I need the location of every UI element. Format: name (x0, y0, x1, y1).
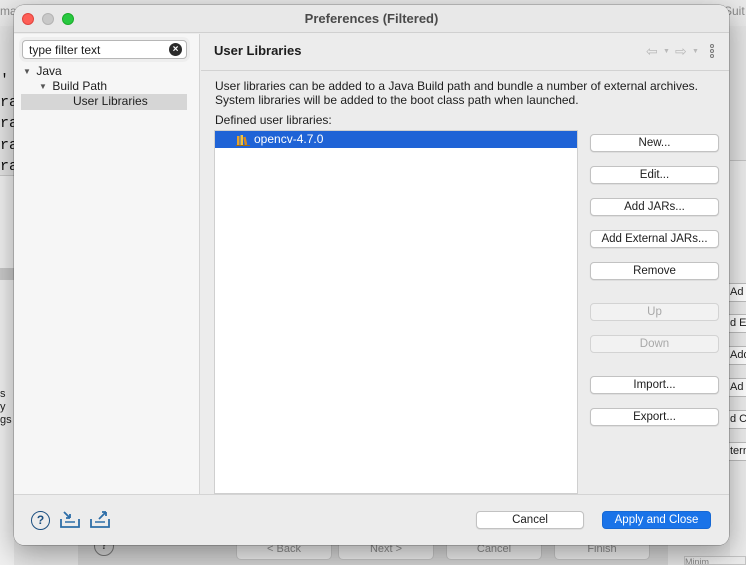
filter-field[interactable]: × (22, 40, 187, 59)
import-preferences-icon[interactable] (59, 510, 81, 530)
filter-input[interactable] (29, 42, 169, 57)
background-left-panel (0, 175, 14, 565)
export-button[interactable]: Export... (590, 408, 719, 426)
dialog-footer: ? Cancel Apply and Close (14, 494, 729, 545)
preference-tree-panel: × ▼ Java ▼ Build Path User Libraries (14, 34, 200, 494)
tree-item-build-path[interactable]: ▼ Build Path (39, 79, 107, 94)
tree-item-java[interactable]: ▼ Java (23, 64, 62, 79)
background-corner-label: Minim (684, 556, 746, 565)
defined-libraries-label: Defined user libraries: (215, 113, 332, 127)
apply-and-close-button[interactable]: Apply and Close (602, 511, 711, 529)
chevron-down-icon[interactable]: ▼ (23, 64, 33, 79)
view-menu-icon[interactable] (710, 44, 714, 60)
add-jars-button[interactable]: Add JARs... (590, 198, 719, 216)
description-line: User libraries can be added to a Java Bu… (215, 79, 698, 93)
title-divider (201, 70, 729, 71)
library-item[interactable]: opencv-4.7.0 (215, 131, 577, 148)
edit-button[interactable]: Edit... (590, 166, 719, 184)
user-libraries-list[interactable]: opencv-4.7.0 (214, 130, 578, 494)
tree-item-label: Java (36, 64, 62, 78)
description-line: System libraries will be added to the bo… (215, 93, 579, 107)
clear-filter-icon[interactable]: × (169, 43, 182, 56)
back-arrow-icon[interactable]: ⇦ (646, 43, 658, 59)
title-bar[interactable]: Preferences (Filtered) (14, 5, 729, 33)
tree-item-user-libraries[interactable]: User Libraries (73, 94, 148, 109)
remove-button[interactable]: Remove (590, 262, 719, 280)
chevron-down-icon[interactable]: ▼ (39, 79, 49, 94)
tree-item-label: Build Path (52, 79, 108, 93)
background-left-highlight (0, 268, 14, 280)
library-name: opencv-4.7.0 (254, 132, 324, 146)
preference-page: User Libraries ⇦ ▼ ⇨ ▼ User libraries ca… (201, 34, 729, 494)
cancel-button[interactable]: Cancel (476, 511, 584, 529)
help-icon[interactable]: ? (31, 511, 50, 530)
preferences-dialog: Preferences (Filtered) × ▼ Java ▼ Build … (14, 5, 729, 545)
window-title: Preferences (Filtered) (304, 11, 439, 26)
add-external-jars-button[interactable]: Add External JARs... (590, 230, 719, 248)
new-button[interactable]: New... (590, 134, 719, 152)
export-preferences-icon[interactable] (89, 510, 111, 530)
background-left-text: s y gs (0, 388, 12, 426)
forward-arrow-icon[interactable]: ⇨ (675, 43, 687, 59)
import-button[interactable]: Import... (590, 376, 719, 394)
tree-item-label: User Libraries (73, 94, 148, 108)
background-code-editor: ' ra ra ra ra (0, 72, 14, 175)
down-button[interactable]: Down (590, 335, 719, 353)
library-icon (236, 135, 250, 146)
back-menu-chevron-icon[interactable]: ▼ (663, 48, 670, 55)
page-description: User libraries can be added to a Java Bu… (215, 79, 715, 107)
page-title: User Libraries (214, 43, 302, 58)
forward-menu-chevron-icon[interactable]: ▼ (692, 48, 699, 55)
up-button[interactable]: Up (590, 303, 719, 321)
